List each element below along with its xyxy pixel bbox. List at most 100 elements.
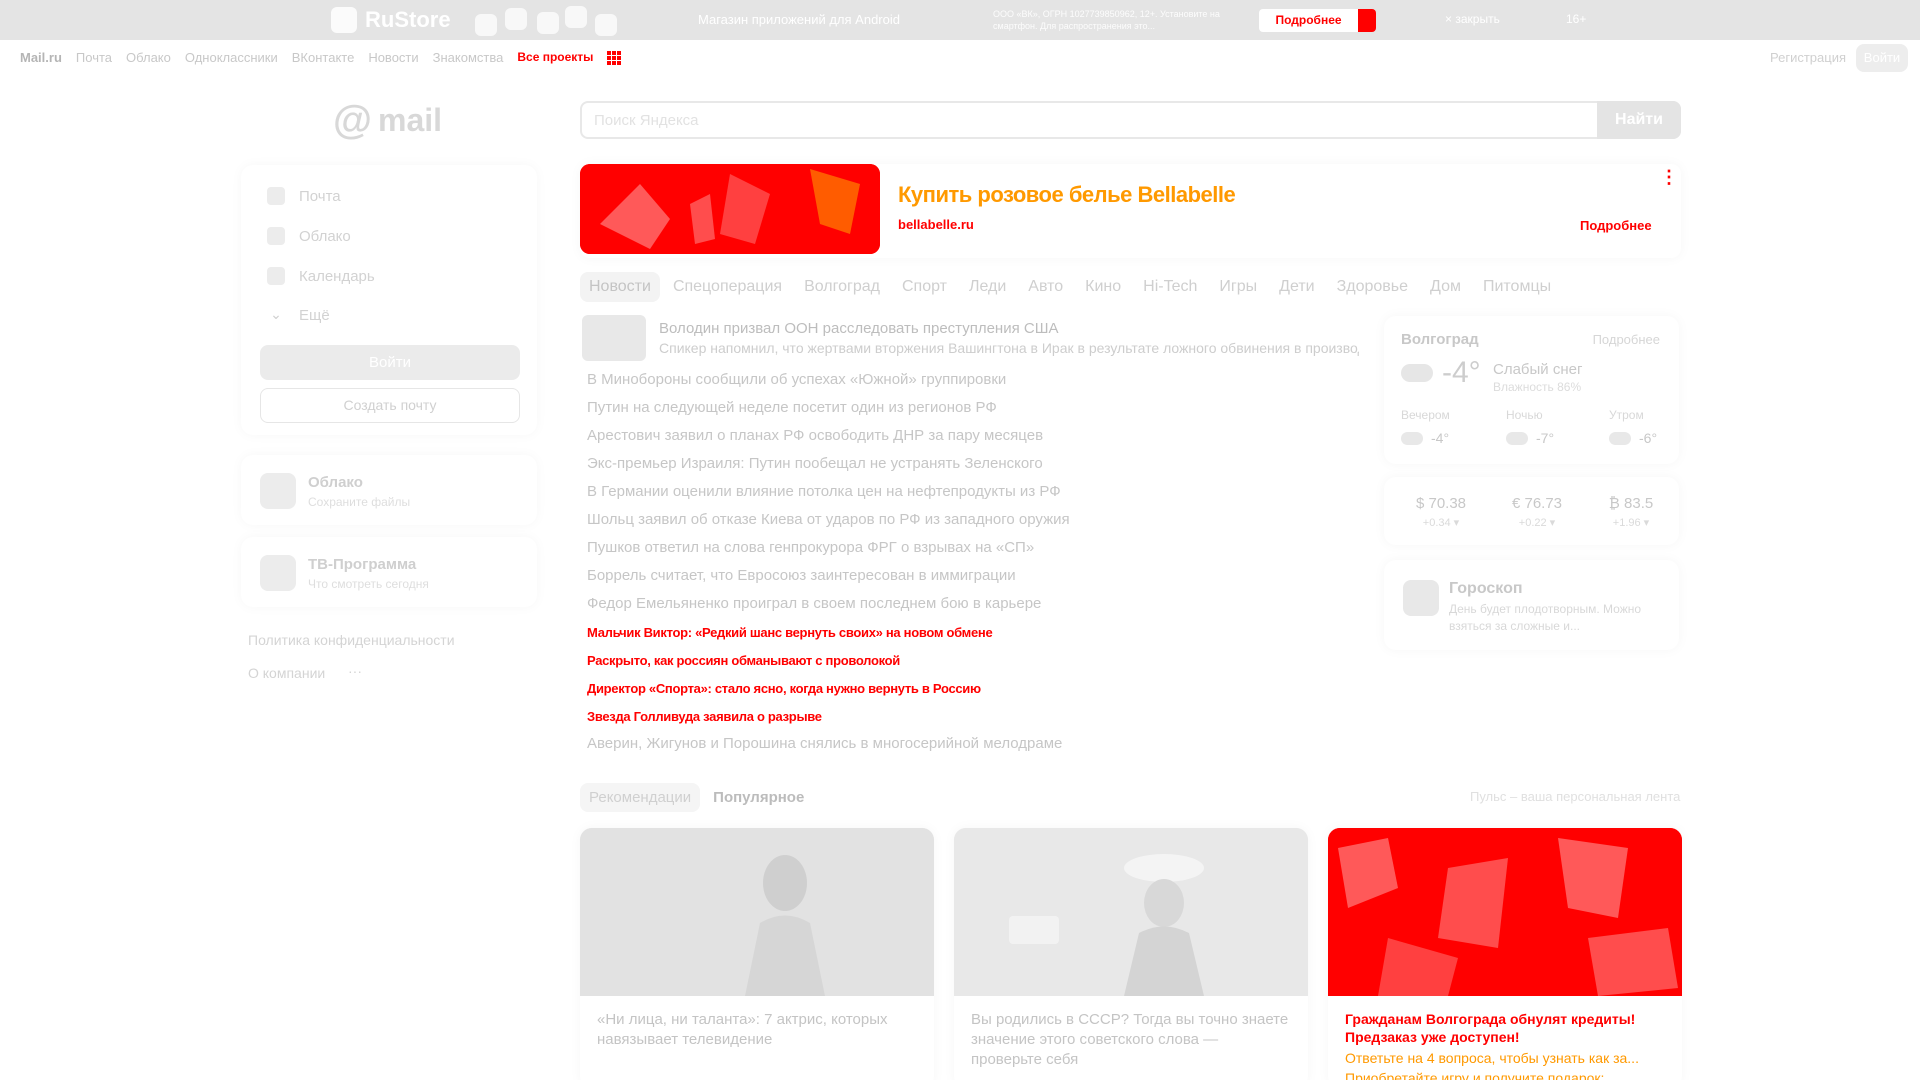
register-link[interactable]: Регистрация: [1770, 50, 1846, 65]
sponsored-title: Гражданам Волгограда обнулят кредиты! Пр…: [1345, 1011, 1636, 1045]
ad-banner[interactable]: Купить розовое белье Bellabelle bellabel…: [580, 164, 1681, 258]
news-item[interactable]: Федор Емельяненко проиграл в своем после…: [587, 595, 1041, 612]
ad-menu-icon[interactable]: ⋮: [1660, 168, 1678, 186]
tab-popular[interactable]: Популярное: [704, 783, 813, 812]
lead-news-title[interactable]: Володин призвал ООН расследовать преступ…: [659, 320, 1058, 337]
horoscope-widget[interactable]: Гороскоп День будет плодотворным. Можно …: [1384, 560, 1679, 650]
sidebar-item-calendar[interactable]: Календарь: [267, 267, 375, 285]
weather-city: Волгоград: [1401, 331, 1479, 348]
tab-pets[interactable]: Питомцы: [1474, 272, 1560, 302]
all-projects-link[interactable]: Все проекты: [517, 50, 593, 65]
recommendation-card[interactable]: Вы родились в СССР? Тогда вы точно знает…: [954, 828, 1308, 1080]
weather-widget[interactable]: Волгоград Подробнее -4° Слабый снег Влаж…: [1384, 316, 1679, 464]
ad-image-graphic: [580, 164, 880, 254]
card-image: [1328, 828, 1682, 996]
news-item[interactable]: Директор «Спорта»: стало ясно, когда нуж…: [587, 681, 981, 696]
news-item[interactable]: Пушков ответил на слова генпрокурора ФРГ…: [587, 539, 1034, 556]
create-mail-button[interactable]: Создать почту: [260, 388, 520, 423]
news-item[interactable]: Экс-премьер Израиля: Путин пообещал не у…: [587, 455, 1043, 472]
portal-link-dating[interactable]: Знакомства: [433, 50, 504, 65]
news-item[interactable]: Раскрыто, как россиян обманывают с прово…: [587, 653, 900, 668]
tab-volgograd[interactable]: Волгоград: [795, 272, 889, 302]
search-input[interactable]: Поиск Яндекса: [594, 112, 699, 129]
card-image: [580, 828, 934, 996]
apps-grid-icon[interactable]: [607, 51, 622, 65]
forecast-label: Вечером: [1401, 408, 1450, 422]
service-title: Облако: [308, 474, 363, 491]
recommendation-card[interactable]: «Ни лица, ни таланта»: 7 актрис, которых…: [580, 828, 934, 1080]
sponsored-card[interactable]: Гражданам Волгограда обнулят кредиты! Пр…: [1328, 828, 1682, 1080]
sidebar-item-more[interactable]: ⌄ Ещё: [267, 306, 330, 324]
cloud-service-card[interactable]: Облако Сохраните файлы: [241, 455, 537, 525]
rate-oil[interactable]: ₿ 83.5 +1.96 ▾: [1596, 495, 1666, 529]
mail-logo[interactable]: @ mail: [333, 100, 442, 140]
rustore-icon: [331, 7, 357, 33]
forecast-night: Ночью -7°: [1506, 408, 1586, 446]
tab-home[interactable]: Дом: [1421, 272, 1470, 302]
about-company-link[interactable]: О компании: [248, 665, 325, 681]
tv-service-card[interactable]: ТВ-Программа Что смотреть сегодня: [241, 537, 537, 607]
news-item[interactable]: В Германии оценили влияние потолка цен н…: [587, 483, 1061, 500]
tab-news[interactable]: Новости: [580, 272, 660, 302]
promo-close-button[interactable]: × закрыть: [1445, 12, 1500, 26]
tab-kino[interactable]: Кино: [1076, 272, 1130, 302]
ad-more-link[interactable]: Подробнее: [1580, 218, 1652, 233]
ad-domain[interactable]: bellabelle.ru: [898, 217, 974, 232]
portal-link-ok[interactable]: Одноклассники: [185, 50, 278, 65]
portal-link-news[interactable]: Новости: [368, 50, 418, 65]
news-item[interactable]: Звезда Голливуда заявила о разрыве: [587, 709, 822, 724]
header-login-button[interactable]: Войти: [1856, 44, 1908, 72]
card-image-graphic: [954, 828, 1308, 996]
forecast-temp: -7°: [1536, 430, 1555, 446]
rustore-logo[interactable]: RuStore: [331, 7, 451, 33]
news-item[interactable]: Путин на следующей неделе посетит один и…: [587, 399, 997, 416]
news-item[interactable]: Боррель считает, что Евросоюз заинтересо…: [587, 567, 1016, 584]
tab-kids[interactable]: Дети: [1270, 272, 1323, 302]
news-item[interactable]: Мальчик Виктор: «Редкий шанс вернуть сво…: [587, 625, 993, 640]
portal-link-mail[interactable]: Почта: [76, 50, 112, 65]
at-icon: @: [333, 98, 373, 142]
promo-bar: RuStore Магазин приложений для Android О…: [0, 0, 1920, 40]
tab-auto[interactable]: Авто: [1019, 272, 1072, 302]
cloud-icon: [1506, 431, 1528, 445]
tab-games[interactable]: Игры: [1210, 272, 1266, 302]
promo-more-button[interactable]: Подробнее: [1259, 9, 1376, 32]
promo-legal-text: ООО «ВК», ОГРН 1027739850962, 12+. Устан…: [993, 9, 1220, 31]
search-button[interactable]: Найти: [1597, 101, 1681, 139]
sidebar-item-mail[interactable]: Почта: [267, 187, 341, 205]
weather-details-link[interactable]: Подробнее: [1593, 332, 1660, 347]
tab-recommendations[interactable]: Рекомендации: [580, 783, 701, 812]
currency-rates-widget[interactable]: $ 70.38 +0.34 ▾ € 76.73 +0.22 ▾ ₿ 83.5 +…: [1384, 477, 1679, 545]
tab-lady[interactable]: Леди: [960, 272, 1015, 302]
portal-link-cloud[interactable]: Облако: [126, 50, 171, 65]
tab-special-operation[interactable]: Спецоперация: [664, 272, 791, 302]
sidebar-item-label: Почта: [299, 187, 341, 205]
news-item[interactable]: Аверин, Жигунов и Порошина снялись в мно…: [587, 735, 1062, 752]
sidebar-item-label: Календарь: [299, 267, 375, 285]
privacy-policy-link[interactable]: Политика конфиденциальности: [248, 632, 455, 648]
lead-news-thumbnail[interactable]: [582, 315, 646, 361]
rate-value: € 76.73: [1511, 495, 1563, 512]
news-item[interactable]: В Минобороны сообщили об успехах «Южной»…: [587, 371, 1006, 388]
horoscope-text: День будет плодотворным. Можно взяться з…: [1449, 602, 1642, 633]
portal-link-vk[interactable]: ВКонтакте: [292, 50, 355, 65]
sponsored-text: Ответьте на 4 вопроса, чтобы узнать как …: [1345, 1050, 1639, 1080]
rate-delta: +0.22 ▾: [1518, 517, 1556, 529]
tab-health[interactable]: Здоровье: [1328, 272, 1417, 302]
more-dots-icon[interactable]: ···: [348, 663, 362, 679]
chevron-down-icon: ⌄: [270, 306, 282, 322]
portal-link-mailru[interactable]: Mail.ru: [20, 50, 62, 65]
sidebar-item-cloud[interactable]: Облако: [267, 227, 351, 245]
horoscope-title: Гороскоп: [1449, 580, 1523, 597]
sidebar-item-label: Облако: [299, 227, 351, 245]
ad-title[interactable]: Купить розовое белье Bellabelle: [898, 182, 1236, 208]
news-item[interactable]: Шольц заявил об отказе Киева от ударов п…: [587, 511, 1070, 528]
login-button[interactable]: Войти: [260, 345, 520, 380]
news-item[interactable]: Арестович заявил о планах РФ освободить …: [587, 427, 1043, 444]
pulse-link[interactable]: Пульс – ваша персональная лента: [1470, 789, 1680, 804]
rate-eur[interactable]: € 76.73 +0.22 ▾: [1502, 495, 1572, 529]
forecast-label: Утром: [1609, 408, 1644, 422]
tab-sport[interactable]: Спорт: [893, 272, 956, 302]
rate-usd[interactable]: $ 70.38 +0.34 ▾: [1406, 495, 1476, 529]
tab-hitech[interactable]: Hi-Tech: [1134, 272, 1206, 302]
